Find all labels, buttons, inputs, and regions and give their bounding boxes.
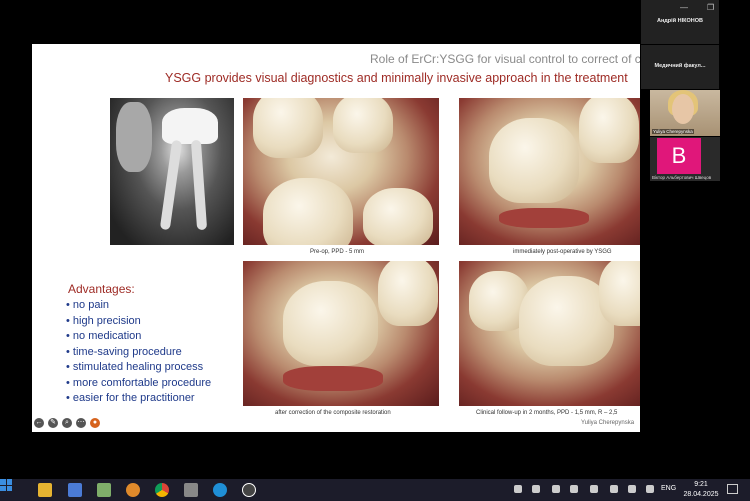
media-player-icon[interactable] — [242, 483, 256, 497]
time: 9:21 — [694, 481, 708, 488]
screen: Role of ErCr:YSGG for visual control to … — [0, 0, 750, 501]
pen-icon[interactable]: ✎ — [48, 418, 58, 428]
caption-follow-up: Clinical follow-up in 2 months, PPD - 1,… — [476, 410, 618, 416]
notification-icon[interactable] — [727, 484, 738, 494]
advantages-title: Advantages: — [68, 282, 135, 296]
tray-icon[interactable] — [610, 485, 618, 493]
caption-pre-op: Pre-op, PPD - 5 mm — [310, 249, 365, 255]
list-item: stimulated healing process — [66, 360, 211, 376]
participant-name: Віктор Альбертович Швецов — [652, 175, 712, 180]
clinical-photo-follow-up — [459, 261, 640, 406]
presentation-slide: Role of ErCr:YSGG for visual control to … — [32, 44, 640, 432]
tray-icon[interactable] — [532, 485, 540, 493]
list-item: high precision — [66, 314, 211, 330]
list-item: time-saving procedure — [66, 345, 211, 361]
windows-start-icon[interactable] — [0, 479, 12, 491]
clinical-photo-composite — [243, 261, 439, 406]
caption-post-op: immediately post-operative by YSGG — [513, 249, 612, 255]
list-item: more comfortable procedure — [66, 376, 211, 392]
bluetooth-icon[interactable] — [570, 485, 578, 493]
app-icon[interactable] — [97, 483, 111, 497]
minimize-icon[interactable]: — — [680, 3, 688, 12]
caption-composite: after correction of the composite restor… — [275, 410, 391, 416]
list-item: no pain — [66, 298, 211, 314]
language-indicator[interactable]: ENG — [661, 485, 676, 492]
advantages-list: no pain high precision no medication tim… — [66, 298, 211, 407]
app-icon[interactable] — [68, 483, 82, 497]
laser-pointer-icon[interactable]: ● — [90, 418, 100, 428]
xray-image — [110, 98, 234, 245]
chevron-up-icon[interactable] — [514, 485, 522, 493]
calculator-icon[interactable] — [184, 483, 198, 497]
slide-header: Role of ErCr:YSGG for visual control to … — [370, 52, 640, 66]
file-explorer-icon[interactable] — [38, 483, 52, 497]
participant-name: Медичний факул... — [654, 63, 706, 69]
clock[interactable]: 9:21 28.04.2025 — [683, 480, 719, 500]
chrome-icon[interactable] — [155, 483, 169, 497]
clinical-photo-pre-op — [243, 98, 439, 245]
participant-name: Yuliya Cherepynska — [652, 129, 694, 134]
zoom-icon[interactable]: ⌕ — [62, 418, 72, 428]
tray-icon[interactable] — [590, 485, 598, 493]
avatar: B — [657, 138, 701, 174]
edge-icon[interactable] — [213, 483, 227, 497]
tray-icon[interactable] — [552, 485, 560, 493]
restore-window-icon[interactable]: ❐ — [707, 3, 714, 12]
date: 28.04.2025 — [683, 491, 719, 498]
list-item: no medication — [66, 329, 211, 345]
participant-name: Андрій НІКОНОВ — [657, 18, 703, 24]
more-icon[interactable]: ⋯ — [76, 418, 86, 428]
author-name: Yuliya Cherepynska — [581, 420, 635, 426]
list-item: easier for the practitioner — [66, 391, 211, 407]
battery-icon[interactable] — [628, 485, 636, 493]
participant-video-tile[interactable]: Yuliya Cherepynska — [650, 90, 720, 136]
slide-title: YSGG provides visual diagnostics and min… — [165, 71, 628, 85]
taskbar: ENG 9:21 28.04.2025 — [0, 479, 750, 501]
clinical-photo-post-op — [459, 98, 640, 245]
back-arrow-icon[interactable]: ← — [34, 418, 44, 428]
app-icon[interactable] — [126, 483, 140, 497]
volume-icon[interactable] — [646, 485, 654, 493]
slide-toolbar: ← ✎ ⌕ ⋯ ● — [34, 418, 100, 428]
